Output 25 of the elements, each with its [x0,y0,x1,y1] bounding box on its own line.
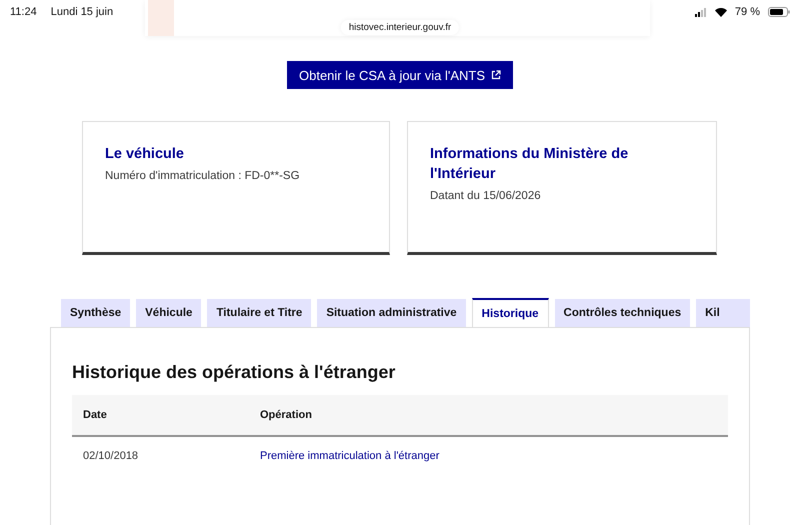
wifi-icon [714,8,727,16]
date: Lundi 15 juin [50,6,114,18]
card-text: Numéro d'immatriculation : FD-0**-SG [105,170,301,182]
operation-link[interactable]: Première immatriculation à l'étranger [260,450,440,462]
card-title: Informations du Ministère de l'Intérieur [430,145,630,184]
card-title: Le véhicule [105,145,185,164]
tab[interactable]: Contrôles techniques [554,299,690,327]
column-header: Opération [249,395,728,436]
tab[interactable]: Véhicule [136,299,202,327]
signal-icon [694,8,707,16]
tab[interactable]: Historique [472,298,549,327]
url-bar[interactable]: histovec.interieur.gouv.fr [340,20,460,35]
column-header: Date [72,395,249,436]
tab[interactable]: Situation administrative [317,299,466,327]
csa-button[interactable]: Obtenir le CSA à jour via l'ANTS [287,61,513,89]
tab[interactable]: Kil [696,299,750,327]
battery-icon [768,7,790,17]
table-cell: 02/10/2018 [72,436,249,475]
battery-percent: 79 % [734,6,760,18]
tab[interactable]: Synthèse [61,299,130,327]
clock: 11:24 [10,6,37,18]
external-link-icon [491,70,501,80]
card-text: Datant du 15/06/2026 [430,190,542,202]
tab[interactable]: Titulaire et Titre [207,299,312,327]
panel-title: Historique des opérations à l'étranger [72,362,396,383]
